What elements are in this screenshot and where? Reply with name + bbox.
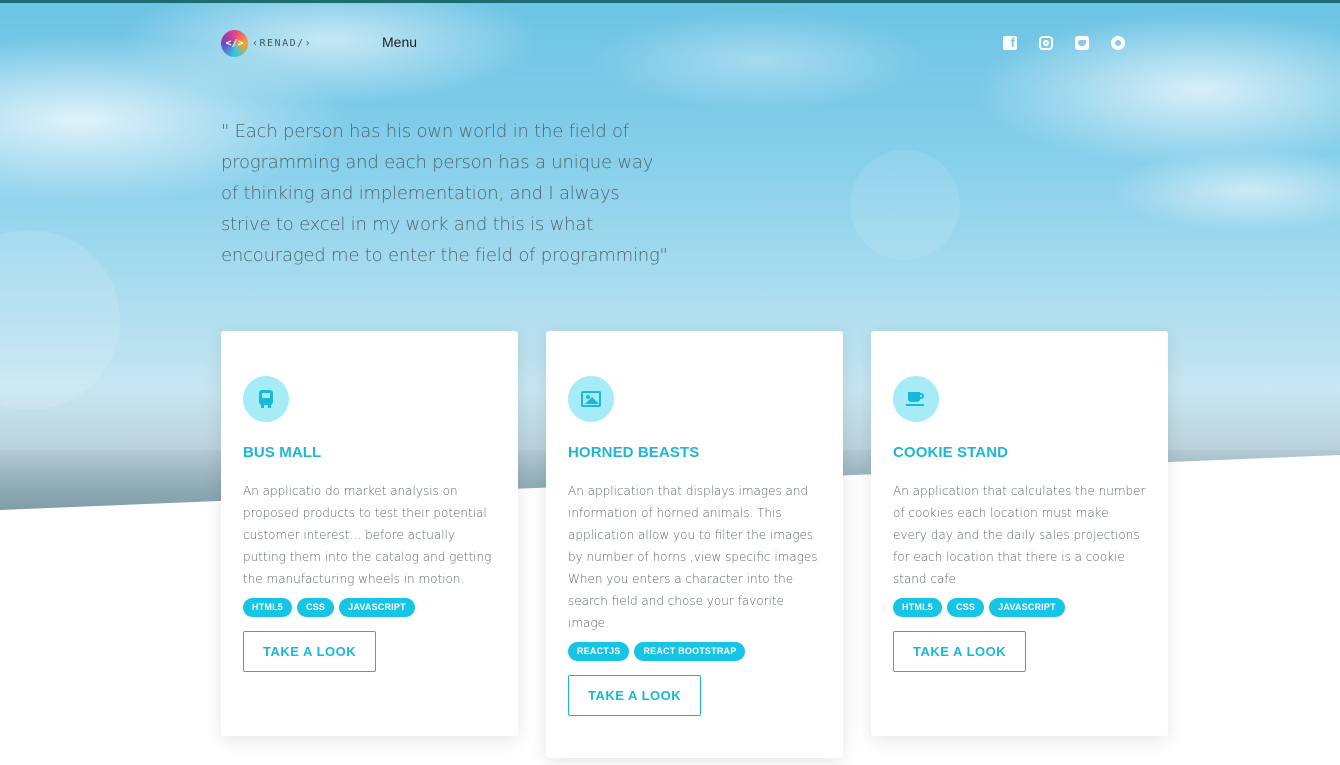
menu-link[interactable]: Menu xyxy=(382,34,417,50)
image-icon xyxy=(568,376,614,422)
decorative-circle xyxy=(0,230,120,410)
tag-badge: HTML5 xyxy=(243,598,292,617)
tag-badge: JAVASCRIPT xyxy=(989,598,1065,617)
tag-badge: HTML5 xyxy=(893,598,942,617)
tag-badge: CSS xyxy=(947,598,985,617)
top-border xyxy=(0,0,1340,3)
tag-list: REACTJS REACT BOOTSTRAP xyxy=(568,642,821,661)
tag-badge: CSS xyxy=(297,598,335,617)
logo-badge: </> xyxy=(221,29,248,57)
card-description: An applicatio do market analysis on prop… xyxy=(243,484,492,586)
take-a-look-button[interactable]: TAKE A LOOK xyxy=(893,631,1027,672)
decorative-circle xyxy=(850,150,960,260)
tag-badge: JAVASCRIPT xyxy=(339,598,415,617)
social-links xyxy=(1003,35,1125,50)
project-card-horned-beasts: HORNED BEASTS An application that displa… xyxy=(546,331,843,758)
tag-list: HTML5 CSS JAVASCRIPT xyxy=(243,598,496,617)
project-card-cookie-stand: COOKIE STAND An application that calcula… xyxy=(871,331,1168,736)
project-card-bus-mall: BUS MALL An applicatio do market analysi… xyxy=(221,331,518,736)
bus-icon xyxy=(243,376,289,422)
tag-list: HTML5 CSS JAVASCRIPT xyxy=(893,598,1146,617)
site-logo[interactable]: </> ‹RENAD/› xyxy=(221,29,312,57)
card-title: HORNED BEASTS xyxy=(568,444,700,461)
coffee-cup-icon xyxy=(893,376,939,422)
card-title: BUS MALL xyxy=(243,444,322,461)
take-a-look-button[interactable]: TAKE A LOOK xyxy=(243,631,377,672)
tag-badge: REACTJS xyxy=(568,642,630,661)
github-icon[interactable] xyxy=(1111,36,1125,50)
twitter-icon[interactable] xyxy=(1075,36,1089,50)
take-a-look-button[interactable]: TAKE A LOOK xyxy=(568,675,702,716)
tag-badge: REACT BOOTSTRAP xyxy=(634,642,746,661)
card-description: An application that displays images and … xyxy=(568,484,818,630)
card-description: An application that calculates the numbe… xyxy=(893,484,1146,586)
hero-quote: " Each person has his own world in the f… xyxy=(221,121,668,266)
instagram-icon[interactable] xyxy=(1039,36,1053,50)
card-title: COOKIE STAND xyxy=(893,444,1009,461)
facebook-icon[interactable] xyxy=(1003,35,1017,50)
logo-text: ‹RENAD/› xyxy=(252,37,313,49)
